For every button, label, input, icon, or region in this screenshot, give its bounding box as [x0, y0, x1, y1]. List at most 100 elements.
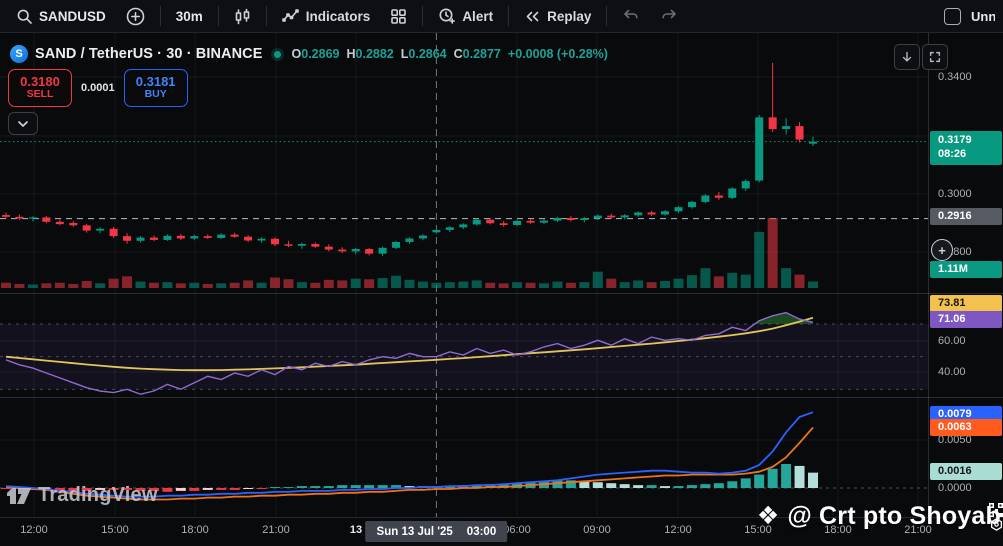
- compare-add-button[interactable]: [118, 3, 153, 29]
- candle-body: [109, 228, 118, 237]
- candle-body: [176, 235, 185, 239]
- symbol-search-button[interactable]: SANDUSD: [8, 3, 114, 29]
- volume-bar: [740, 274, 751, 288]
- candle-body: [566, 217, 575, 221]
- macd-histogram-bar: [633, 485, 644, 488]
- volume-bar: [68, 283, 79, 288]
- chart-legend: S SAND / TetherUS · 30 · BINANCE O0.2869…: [10, 45, 608, 63]
- candle-body: [230, 234, 239, 237]
- replay-button[interactable]: Replay: [516, 3, 599, 29]
- save-layout-checkbox[interactable]: [944, 7, 961, 25]
- candle-body: [728, 188, 737, 198]
- macd-histogram-bar: [754, 474, 765, 488]
- toolbar-separator: [606, 6, 608, 26]
- candle-body: [540, 220, 548, 223]
- volume-bar: [444, 282, 455, 288]
- macd-histogram-bar: [646, 485, 657, 488]
- layout-name-button[interactable]: Unn: [971, 9, 995, 24]
- high-value: 0.2882: [355, 47, 394, 61]
- volume-bar: [417, 281, 428, 288]
- candle-body: [405, 238, 414, 242]
- chart-type-button[interactable]: [226, 3, 259, 29]
- candle-body: [809, 141, 817, 144]
- arrow-down-icon: [900, 50, 914, 64]
- candle-body: [661, 211, 670, 215]
- indicators-button[interactable]: Indicators: [274, 3, 379, 29]
- candle-body: [392, 241, 401, 248]
- volume-bar: [808, 281, 818, 288]
- tradingview-watermark[interactable]: TradingView: [6, 484, 158, 507]
- candle-body: [297, 244, 306, 246]
- hexagon-settings-icon: [990, 517, 1003, 531]
- macd-histogram-bar: [767, 468, 778, 488]
- candle-body: [69, 222, 78, 226]
- macd-signal-badge: 0.0063: [930, 418, 1002, 436]
- candle-body: [284, 244, 293, 246]
- price-axis-label: 40.00: [938, 366, 966, 378]
- collapse-trade-button[interactable]: [8, 112, 38, 135]
- volume-bar: [606, 278, 617, 288]
- rsi-badge: 71.06: [930, 310, 1002, 328]
- volume-bar: [270, 277, 280, 288]
- candle-body: [378, 247, 387, 254]
- buy-button[interactable]: 0.3181 BUY: [123, 69, 188, 107]
- candle-body: [203, 236, 212, 238]
- candle-body: [634, 212, 643, 216]
- volume-bar: [579, 282, 590, 288]
- price-axis[interactable]: + 0.34000.32000.30000.280060.0040.000.00…: [929, 33, 1003, 518]
- macd-histogram-bar: [660, 486, 671, 488]
- toolbar-separator: [265, 6, 267, 26]
- undo-button[interactable]: [614, 3, 648, 29]
- volume-bar: [633, 280, 644, 288]
- alert-button[interactable]: Alert: [430, 3, 501, 29]
- candle-body: [15, 216, 24, 219]
- volume-bar: [54, 282, 65, 288]
- candle-body: [593, 215, 602, 219]
- macd-histogram-bar: [175, 488, 186, 491]
- layout-grid-button[interactable]: [382, 3, 415, 29]
- candle-body: [338, 249, 347, 252]
- market-status-icon[interactable]: [273, 50, 281, 58]
- macd-hist-badge: 0.0016: [930, 462, 1002, 480]
- search-icon: [16, 8, 33, 25]
- volume-bar: [162, 282, 173, 288]
- volume-bar: [754, 232, 765, 288]
- candle-body: [311, 244, 320, 247]
- redo-button[interactable]: [652, 3, 686, 29]
- volume-bar: [216, 283, 227, 288]
- tradingview-label: TradingView: [38, 484, 158, 506]
- time-axis-label: 15:00: [101, 524, 129, 536]
- quick-order-plus-button[interactable]: +: [931, 239, 953, 261]
- volume-bar: [471, 280, 482, 288]
- volume-bar: [619, 282, 630, 288]
- candle-body: [486, 219, 495, 224]
- volume-bar: [431, 282, 442, 288]
- rsi-ma-badge: 73.81: [930, 294, 1002, 312]
- indicators-label: Indicators: [305, 8, 371, 24]
- candle-body: [580, 218, 589, 221]
- macd-histogram-bar: [162, 488, 173, 492]
- candle-body: [795, 126, 804, 140]
- time-axis-label: 12:00: [664, 524, 692, 536]
- interval-button[interactable]: 30m: [168, 3, 211, 29]
- candle-body: [620, 215, 629, 218]
- ohlc-values: O0.2869 H0.2882 L0.2864 C0.2877 +0.0008 …: [291, 47, 608, 61]
- macd-histogram-bar: [189, 488, 200, 491]
- symbol-title[interactable]: SAND / TetherUS · 30 · BINANCE: [35, 46, 263, 62]
- interval-text: 30m: [175, 8, 203, 24]
- candle-body: [42, 217, 51, 222]
- maximize-pane-button[interactable]: [922, 44, 948, 70]
- time-axis-label: 12:00: [20, 524, 48, 536]
- macd-histogram-bar: [673, 486, 684, 488]
- volume-bar: [229, 282, 240, 288]
- sell-button[interactable]: 0.3180 SELL: [8, 69, 72, 107]
- candle-body: [741, 181, 750, 189]
- volume-bar: [122, 276, 133, 288]
- volume-bar: [202, 283, 213, 288]
- scroll-down-button[interactable]: [894, 44, 920, 70]
- plus-circle-icon: [126, 7, 145, 26]
- volume-bar: [485, 282, 496, 288]
- candle-body: [351, 248, 360, 252]
- change-value: +0.0008 (+0.28%): [507, 47, 608, 61]
- candle-body: [123, 236, 132, 241]
